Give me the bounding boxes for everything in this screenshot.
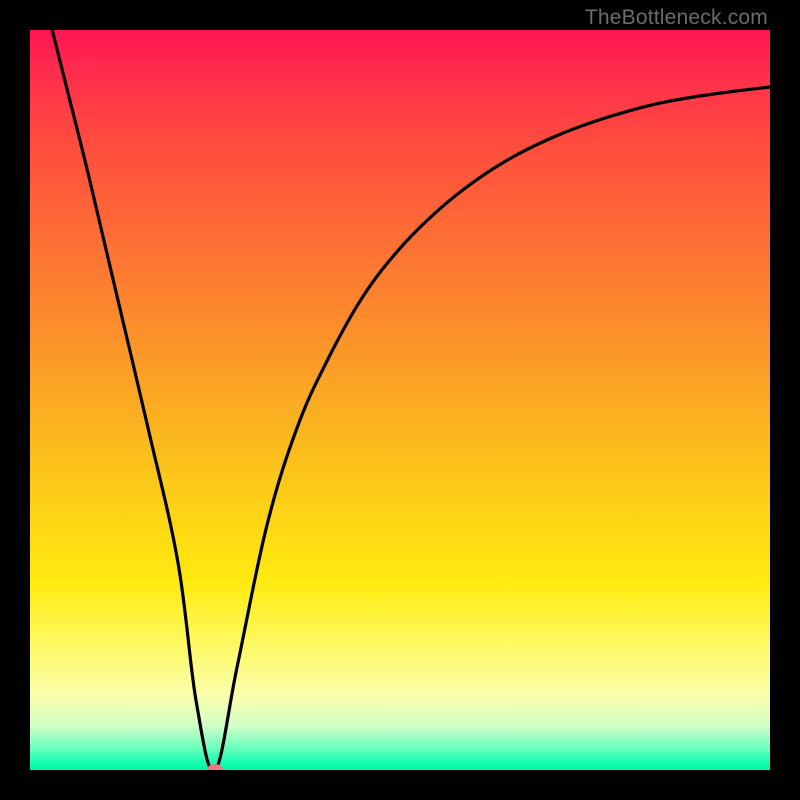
chart-frame: TheBottleneck.com <box>0 0 800 800</box>
plot-area <box>30 30 770 770</box>
optimal-point-marker <box>207 764 223 770</box>
curve-svg <box>30 30 770 770</box>
bottleneck-curve <box>52 30 770 770</box>
watermark-text: TheBottleneck.com <box>585 6 768 30</box>
